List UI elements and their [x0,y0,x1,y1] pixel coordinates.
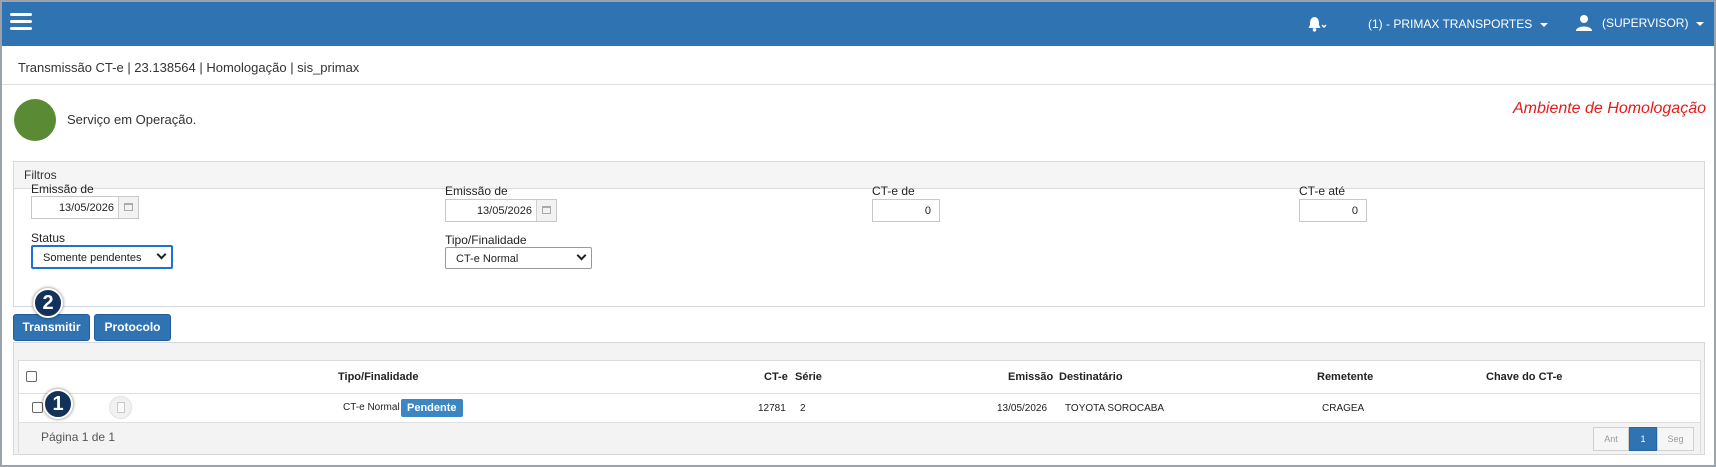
cte-to-input[interactable]: 0 [1299,199,1367,222]
divider [19,393,1700,394]
document-icon[interactable] [109,396,132,419]
filters-title: Filtros [14,162,1704,189]
divider [2,84,1714,85]
cte-to-value: 0 [1351,205,1358,217]
type-filter-label: Tipo/Finalidade [445,233,527,247]
cell-destinatario: TOYOTA SOROCABA [1065,403,1165,414]
chevron-down-icon [1540,22,1549,27]
status-filter-select[interactable]: Somente pendentes [31,245,173,269]
status-badge: Pendente [401,399,463,417]
pager-bar [19,423,1700,453]
service-status-text: Serviço em Operação. [67,112,197,127]
bell-icon[interactable] [1306,14,1328,34]
chevron-down-icon [576,250,587,261]
type-filter-value: CT-e Normal [456,253,519,265]
breadcrumb: Transmissão CT-e | 23.138564 | Homologaç… [18,60,360,75]
emission-to-value: 13/05/2026 [476,205,532,217]
user-menu[interactable]: (SUPERVISOR) [1602,16,1705,30]
calendar-icon[interactable] [118,197,138,218]
cell-remetente: CRAGEA [1322,403,1365,414]
menu-icon[interactable] [10,13,32,31]
cte-from-label: CT-e de [872,184,915,198]
emission-from-value: 13/05/2026 [58,202,114,214]
column-header-serie[interactable]: Série [795,371,822,383]
pager-page-1[interactable]: 1 [1629,427,1657,451]
column-header-remetente[interactable]: Remetente [1317,371,1373,383]
environment-label: Ambiente de Homologação [1512,100,1706,117]
column-header-cte[interactable]: CT-e [764,371,788,383]
company-label: (1) - PRIMAX TRANSPORTES [1368,17,1533,31]
filters-panel: Filtros [13,161,1705,307]
protocol-button[interactable]: Protocolo [94,314,171,341]
step-badge-2: 2 [33,288,63,318]
cell-emissao: 13/05/2026 [997,403,1048,414]
row-checkbox[interactable] [32,402,43,413]
chevron-down-icon [1696,21,1705,26]
pager-next-button[interactable]: Seg [1657,427,1694,451]
column-header-tipo[interactable]: Tipo/Finalidade [338,371,418,383]
emission-from-date-input[interactable]: 13/05/2026 [31,196,139,219]
status-filter-value: Somente pendentes [43,252,142,264]
cte-from-value: 0 [924,205,931,217]
column-header-destinatario[interactable]: Destinatário [1059,371,1123,383]
select-all-checkbox[interactable] [26,371,37,382]
cte-from-input[interactable]: 0 [872,199,940,222]
transmit-button[interactable]: Transmitir [13,314,90,341]
column-header-chave[interactable]: Chave do CT-e [1486,371,1562,383]
pager-info: Página 1 de 1 [41,430,116,444]
step-badge-1: 1 [43,389,73,419]
cte-to-label: CT-e até [1299,184,1346,198]
user-label: (SUPERVISOR) [1602,16,1689,30]
company-selector[interactable]: (1) - PRIMAX TRANSPORTES [1368,17,1549,31]
cell-serie: 2 [800,403,806,414]
top-navbar: (1) - PRIMAX TRANSPORTES (SUPERVISOR) [2,2,1714,46]
pager-prev-button[interactable]: Ant [1593,427,1629,451]
service-status-indicator [14,99,56,141]
cell-tipo: CT-e Normal [343,402,400,413]
emission-from-label: Emissão de [31,182,94,196]
user-icon [1576,15,1592,31]
chevron-down-icon [156,249,167,260]
calendar-icon[interactable] [536,200,556,221]
emission-to-date-input[interactable]: 13/05/2026 [445,199,557,222]
status-filter-label: Status [31,231,66,245]
emission-to-label: Emissão de [445,184,508,198]
column-header-emissao[interactable]: Emissão [1008,371,1053,383]
type-filter-select[interactable]: CT-e Normal [445,247,592,269]
cell-cte: 12781 [758,403,786,414]
